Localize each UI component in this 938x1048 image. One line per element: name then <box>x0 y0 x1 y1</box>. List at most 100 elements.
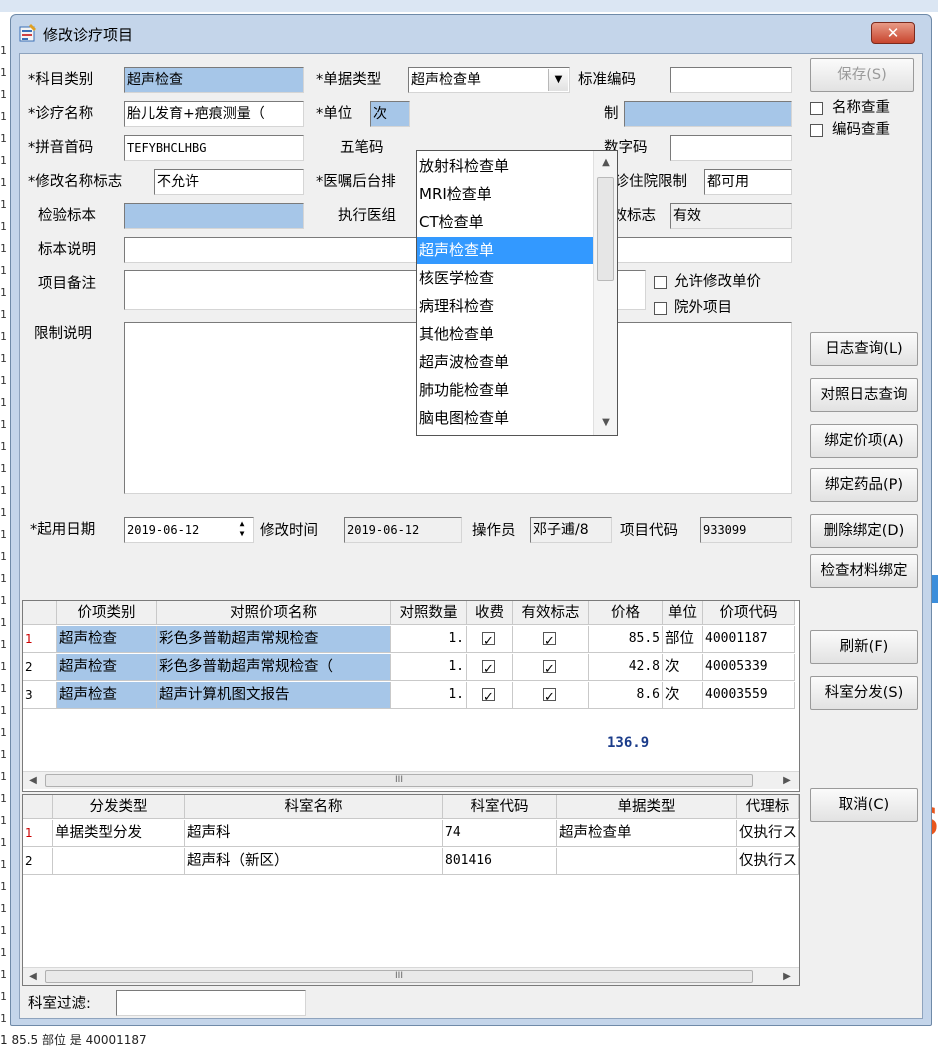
price-row-cell-no[interactable]: 1 <box>23 626 57 653</box>
pinyin-field[interactable]: TEFYBHCLHBG <box>124 135 304 161</box>
dispatch-grid-header[interactable] <box>23 795 53 819</box>
dropdown-option[interactable]: 肺功能检查单 <box>417 377 593 404</box>
price-row-cell-qty[interactable]: 1. <box>391 682 467 709</box>
dept-filter-input[interactable] <box>116 990 306 1016</box>
compare-log-query-button[interactable]: 对照日志查询 <box>810 378 918 412</box>
check-icon[interactable] <box>482 629 495 652</box>
price-row-cell-name[interactable]: 彩色多普勒超声常规检查（ <box>157 654 391 681</box>
dropdown-option[interactable]: 放射科检查单 <box>417 153 593 180</box>
dispatch-row-cell-dept[interactable]: 超声科（新区） <box>185 848 443 875</box>
dispatch-grid-header[interactable]: 代理标 <box>737 795 799 819</box>
dropdown-option[interactable]: 病理科检查 <box>417 293 593 320</box>
scroll-down-icon[interactable]: ▼ <box>598 415 614 431</box>
dropdown-option[interactable]: CT检查单 <box>417 209 593 236</box>
price-row-cell-valid[interactable] <box>513 682 589 709</box>
date-spinner-icon[interactable]: ▲ ▼ <box>233 519 251 541</box>
scroll-right-icon[interactable]: ▶ <box>779 773 795 789</box>
price-row-cell-qty[interactable]: 1. <box>391 654 467 681</box>
dispatch-grid-hscrollbar[interactable]: ◀ III ▶ <box>23 967 799 985</box>
price-grid-hscroll-thumb[interactable]: III <box>45 774 753 787</box>
dept-dispatch-button[interactable]: 科室分发(S) <box>810 676 918 710</box>
price-row-cell-price[interactable]: 85.5 <box>589 626 663 653</box>
dialog-titlebar[interactable]: 修改诊疗项目 ✕ <box>11 15 931 53</box>
price-grid-header[interactable]: 对照价项名称 <box>157 601 391 625</box>
price-row-cell-no[interactable]: 2 <box>23 654 57 681</box>
dispatch-grid-header[interactable]: 分发类型 <box>53 795 185 819</box>
check-icon[interactable] <box>482 685 495 708</box>
dispatch-row-cell-code[interactable]: 74 <box>443 820 557 847</box>
dropdown-option[interactable]: 核医学检查 <box>417 265 593 292</box>
price-row-cell-charge[interactable] <box>467 682 513 709</box>
cancel-button[interactable]: 取消(C) <box>810 788 918 822</box>
save-button[interactable]: 保存(S) <box>810 58 914 92</box>
price-row-cell-qty[interactable]: 1. <box>391 626 467 653</box>
start-date-field[interactable]: 2019-06-12 ▲ ▼ <box>124 517 254 543</box>
price-row-cell-code[interactable]: 40003559 <box>703 682 795 709</box>
check-icon[interactable] <box>543 657 556 680</box>
price-row-cell-unit[interactable]: 次 <box>663 682 703 709</box>
price-row-cell-unit[interactable]: 部位 <box>663 626 703 653</box>
scroll-right-icon[interactable]: ▶ <box>779 969 795 985</box>
price-row-cell-no[interactable]: 3 <box>23 682 57 709</box>
price-row-cell-name[interactable]: 超声计算机图文报告 <box>157 682 391 709</box>
name-field[interactable]: 胎儿发育+疤痕测量（ <box>124 101 304 127</box>
unit-field[interactable]: 次 <box>370 101 410 127</box>
dropdown-option[interactable]: 其他检查单 <box>417 321 593 348</box>
dispatch-row-cell-code[interactable]: 801416 <box>443 848 557 875</box>
dropdown-option[interactable]: 超声检查单 <box>417 237 593 264</box>
dispatch-row-cell-no[interactable]: 1 <box>23 820 53 847</box>
price-row-cell-code[interactable]: 40001187 <box>703 626 795 653</box>
close-button[interactable]: ✕ <box>871 22 915 44</box>
dropdown-option[interactable]: MRI检查单 <box>417 181 593 208</box>
doc-type-combo[interactable]: 超声检查单 ▼ <box>408 67 570 93</box>
dispatch-row-cell-agent[interactable]: 仅执行ス <box>737 820 799 847</box>
digit-field[interactable] <box>670 135 792 161</box>
dropdown-scroll-thumb[interactable] <box>597 177 614 281</box>
dropdown-option[interactable]: 超声波检查单 <box>417 349 593 376</box>
specimen-field[interactable] <box>124 203 304 229</box>
dropdown-option[interactable]: 脑电图检查单 <box>417 405 593 432</box>
bind-drug-button[interactable]: 绑定药品(P) <box>810 468 918 502</box>
dropdown-scrollbar[interactable]: ▲ ▼ <box>593 151 617 435</box>
dispatch-row-cell-type[interactable]: 单据类型分发 <box>53 820 185 847</box>
valid-field[interactable]: 有效 <box>670 203 792 229</box>
dispatch-grid-hscroll-thumb[interactable]: III <box>45 970 753 983</box>
check-icon[interactable] <box>482 657 495 680</box>
price-row-cell-unit[interactable]: 次 <box>663 654 703 681</box>
price-row-cell-category[interactable]: 超声检查 <box>57 654 157 681</box>
price-row-cell-price[interactable]: 42.8 <box>589 654 663 681</box>
inpatient-field[interactable]: 都可用 <box>704 169 792 195</box>
log-query-button[interactable]: 日志查询(L) <box>810 332 918 366</box>
dispatch-row-cell-agent[interactable]: 仅执行ス <box>737 848 799 875</box>
price-row-cell-charge[interactable] <box>467 654 513 681</box>
scroll-left-icon[interactable]: ◀ <box>25 773 41 789</box>
check-icon[interactable] <box>543 629 556 652</box>
chevron-down-icon[interactable]: ▼ <box>548 69 568 91</box>
scroll-up-icon[interactable]: ▲ <box>598 155 614 171</box>
price-grid-header[interactable]: 收费 <box>467 601 513 625</box>
dispatch-grid-header[interactable]: 单据类型 <box>557 795 737 819</box>
check-icon[interactable] <box>543 685 556 708</box>
dispatch-row-cell-dept[interactable]: 超声科 <box>185 820 443 847</box>
price-row-cell-price[interactable]: 8.6 <box>589 682 663 709</box>
dispatch-grid-header[interactable]: 科室名称 <box>185 795 443 819</box>
price-grid-header[interactable]: 价项代码 <box>703 601 795 625</box>
dispatch-row-cell-no[interactable]: 2 <box>23 848 53 875</box>
price-row-cell-code[interactable]: 40005339 <box>703 654 795 681</box>
price-grid-header[interactable]: 单位 <box>663 601 703 625</box>
dispatch-grid-header[interactable]: 科室代码 <box>443 795 557 819</box>
price-grid-header[interactable] <box>23 601 57 625</box>
price-row-cell-charge[interactable] <box>467 626 513 653</box>
code-dup-checkbox[interactable] <box>810 124 823 137</box>
price-row-cell-category[interactable]: 超声检查 <box>57 682 157 709</box>
price-row-cell-category[interactable]: 超声检查 <box>57 626 157 653</box>
price-row-cell-valid[interactable] <box>513 626 589 653</box>
price-row-cell-name[interactable]: 彩色多普勒超声常规检查 <box>157 626 391 653</box>
name-dup-checkbox[interactable] <box>810 102 823 115</box>
scroll-left-icon[interactable]: ◀ <box>25 969 41 985</box>
price-row-cell-valid[interactable] <box>513 654 589 681</box>
std-code-field[interactable] <box>670 67 792 93</box>
dispatch-row-cell-type[interactable] <box>53 848 185 875</box>
price-grid-header[interactable]: 价格 <box>589 601 663 625</box>
modify-flag-field[interactable]: 不允许 <box>154 169 304 195</box>
